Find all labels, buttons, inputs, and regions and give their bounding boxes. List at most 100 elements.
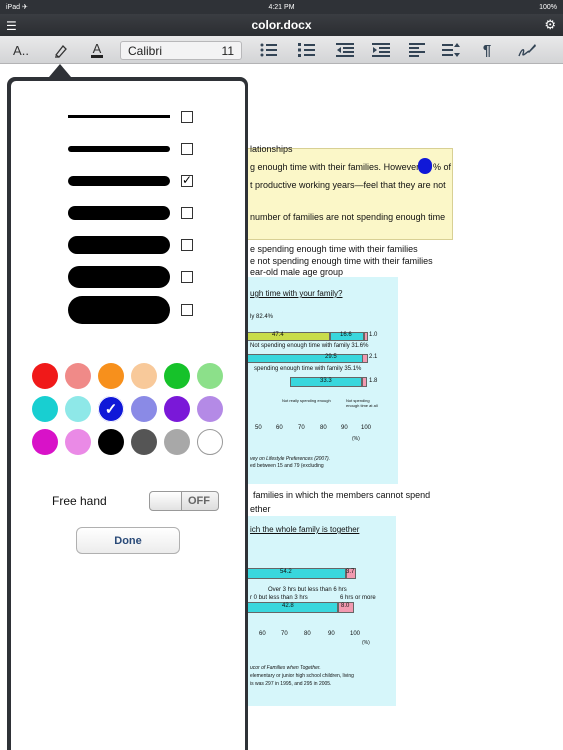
stroke-option-5[interactable]: [11, 230, 245, 260]
font-color-letter: A: [90, 40, 104, 58]
axis-tick: 100: [361, 425, 372, 431]
chart-bar: [364, 332, 368, 341]
chart-value: 42.8: [282, 603, 294, 609]
formatting-toolbar: A.. A Calibri 11 ¶: [0, 36, 563, 64]
stroke-sample: [68, 146, 170, 152]
increase-indent-button[interactable]: [370, 36, 392, 64]
text-style-button[interactable]: A..: [6, 36, 36, 64]
stroke-option-3[interactable]: ✓: [11, 166, 245, 196]
title-bar: ☰ color.docx ⚙: [0, 14, 563, 36]
chart-annotation: Not spending enough time at all: [346, 398, 378, 408]
paragraph-marks-button[interactable]: ¶: [476, 36, 498, 64]
clock: 4:21 PM: [268, 3, 295, 11]
numbered-list-button[interactable]: [296, 36, 318, 64]
free-hand-toggle[interactable]: OFF: [149, 491, 219, 511]
chart-annotation: Not really spending enough: [282, 398, 331, 403]
highlighter-button[interactable]: [48, 36, 74, 64]
axis-tick: 60: [276, 425, 283, 431]
chart-value: 29.5: [325, 354, 337, 360]
doc-line: e spending enough time with their famili…: [250, 244, 418, 254]
chart-label: spending enough time with family 35.1%: [254, 366, 362, 372]
stroke-checkbox[interactable]: [181, 143, 193, 155]
pen-signature-icon: [518, 44, 536, 57]
bullet-list-button[interactable]: [258, 36, 280, 64]
chart-source: is was 297 in 1995, and 295 in 2005.: [250, 681, 332, 687]
chart-value: 1.0: [369, 332, 378, 338]
chart-bar: [238, 354, 366, 363]
stroke-option-4[interactable]: [11, 198, 245, 228]
color-swatch[interactable]: [131, 429, 157, 455]
axis-tick: 60: [259, 631, 266, 637]
color-swatch[interactable]: [164, 396, 190, 422]
chart-bar: [238, 332, 330, 341]
chart-value: 2.1: [369, 354, 378, 360]
chart-value: 47.4: [272, 332, 284, 338]
color-swatch[interactable]: [131, 396, 157, 422]
stroke-checkbox[interactable]: [181, 304, 193, 316]
stroke-option-7[interactable]: [11, 295, 245, 325]
color-swatch[interactable]: [131, 363, 157, 389]
stroke-sample: [68, 206, 170, 220]
stroke-checkbox[interactable]: [181, 239, 193, 251]
chart-value: 33.3: [320, 378, 332, 384]
color-swatch[interactable]: [164, 429, 190, 455]
stroke-sample: [68, 176, 170, 186]
stroke-sample: [68, 266, 170, 288]
stroke-option-1[interactable]: [11, 102, 245, 132]
color-swatch[interactable]: [197, 396, 223, 422]
doc-line: ether: [250, 504, 271, 514]
color-swatch[interactable]: [98, 429, 124, 455]
numbered-list-icon: [298, 43, 315, 57]
color-swatch[interactable]: [164, 363, 190, 389]
axis-tick: 90: [341, 425, 348, 431]
chart-label: Not spending enough time with family 31.…: [250, 343, 369, 349]
axis-unit: (%): [362, 640, 370, 646]
color-swatch[interactable]: [32, 396, 58, 422]
doc-line: families in which the members cannot spe…: [253, 490, 431, 500]
stroke-option-6[interactable]: [11, 262, 245, 292]
font-size: 11: [221, 43, 234, 58]
color-swatch[interactable]: [32, 363, 58, 389]
pen-options-popover: ✓ ✓ Free hand OFF Done: [7, 77, 248, 750]
freehand-draw-button[interactable]: [514, 36, 540, 64]
line-spacing-button[interactable]: [440, 36, 462, 64]
document-title: color.docx: [251, 18, 312, 32]
color-swatch[interactable]: [98, 363, 124, 389]
chart-label: ly 82.4%: [250, 314, 274, 320]
chart-annotation: 6 hrs or more: [340, 595, 376, 601]
stroke-checkbox[interactable]: [181, 111, 193, 123]
color-swatch[interactable]: [65, 363, 91, 389]
chart-annotation: Over 3 hrs but less than 6 hrs: [268, 587, 347, 593]
color-swatch[interactable]: [197, 429, 223, 455]
color-swatch[interactable]: [32, 429, 58, 455]
color-swatch[interactable]: [197, 363, 223, 389]
chart-value: 54.2: [280, 569, 292, 575]
axis-tick: 70: [281, 631, 288, 637]
doc-line: t productive working years—feel that the…: [250, 180, 446, 190]
axis-tick: 50: [255, 425, 262, 431]
chart-source: ucor of Families when Together.: [250, 665, 321, 671]
font-picker[interactable]: Calibri 11: [120, 41, 242, 60]
color-swatch[interactable]: [65, 396, 91, 422]
axis-tick: 100: [350, 631, 361, 637]
decrease-indent-icon: [336, 43, 354, 57]
stroke-checkbox[interactable]: [181, 207, 193, 219]
done-button[interactable]: Done: [76, 527, 180, 554]
chart-value: 1.8: [369, 378, 378, 384]
chart-annotation: r 0 but less than 3 hrs: [250, 595, 308, 601]
stroke-sample: [68, 236, 170, 254]
align-left-button[interactable]: [406, 36, 428, 64]
decrease-indent-button[interactable]: [334, 36, 356, 64]
axis-tick: 80: [320, 425, 327, 431]
axis-tick: 70: [298, 425, 305, 431]
doc-line: ugh time with your family?: [250, 289, 343, 298]
font-color-button[interactable]: A: [84, 36, 110, 64]
gear-icon[interactable]: ⚙: [544, 17, 556, 33]
doc-line: % of: [433, 162, 452, 172]
color-swatch-selected[interactable]: ✓: [98, 396, 124, 422]
stroke-checkbox-checked[interactable]: ✓: [181, 174, 193, 187]
stroke-checkbox[interactable]: [181, 271, 193, 283]
color-swatch[interactable]: [65, 429, 91, 455]
align-left-icon: [409, 43, 425, 57]
stroke-option-2[interactable]: [11, 134, 245, 164]
